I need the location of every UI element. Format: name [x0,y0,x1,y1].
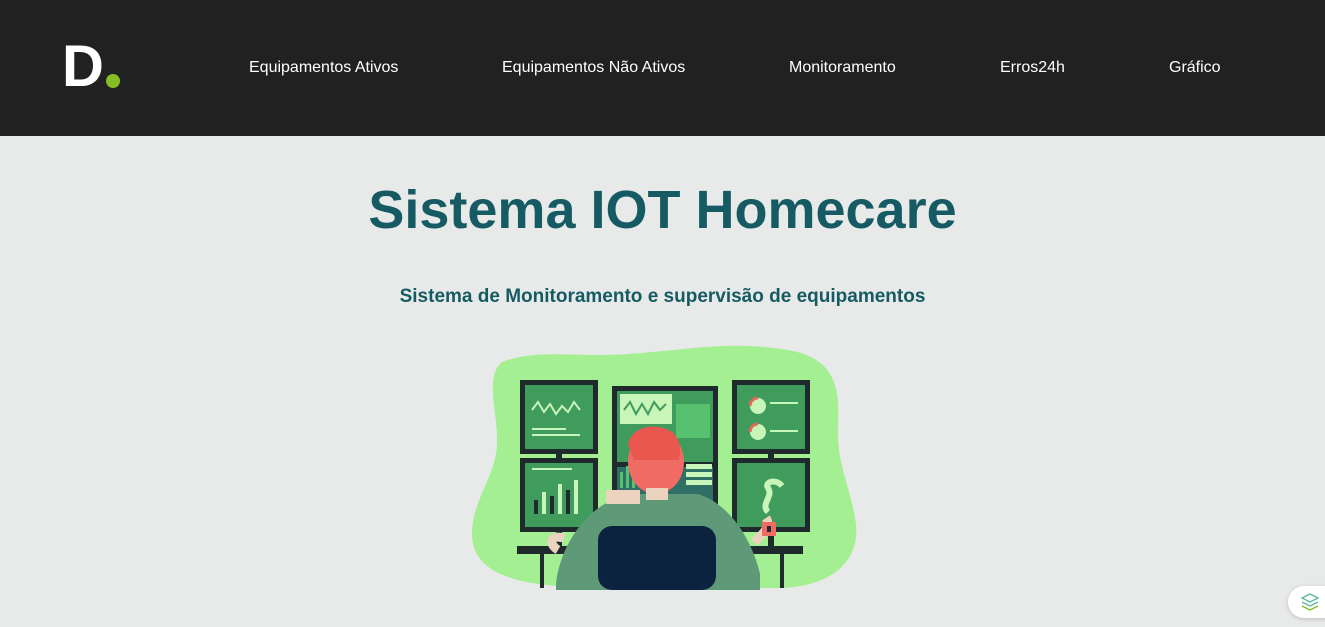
cube-layers-icon [1300,593,1320,611]
page-title: Sistema IOT Homecare [368,180,957,240]
nav-link-equipamentos-nao-ativos[interactable]: Equipamentos Não Ativos [502,58,685,77]
nav-link-erros24h[interactable]: Erros24h [1000,58,1065,77]
floating-widget-button[interactable] [1288,586,1325,618]
page-subtitle: Sistema de Monitoramento e supervisão de… [399,286,926,307]
nav-link-equipamentos-ativos[interactable]: Equipamentos Ativos [249,58,398,77]
logo-letter: D [62,34,104,99]
logo-dot [106,74,120,88]
nav-link-monitoramento[interactable]: Monitoramento [789,58,896,77]
monitoring-illustration [468,344,860,590]
nav-link-grafico[interactable]: Gráfico [1169,58,1221,77]
top-navigation-bar: D Equipamentos Ativos Equipamentos Não A… [0,0,1325,136]
brand-logo[interactable]: D [62,34,124,99]
